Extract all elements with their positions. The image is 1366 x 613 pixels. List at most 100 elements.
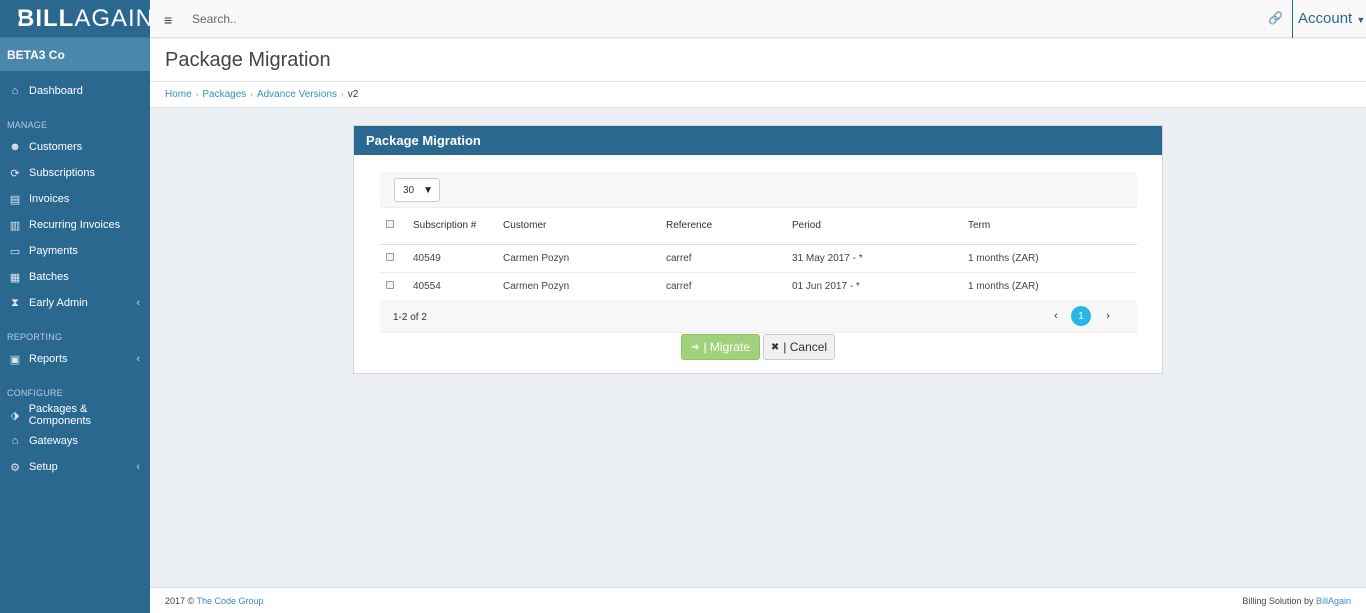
column-reference[interactable]: Reference bbox=[666, 208, 792, 245]
pager-current-page[interactable]: 1 bbox=[1071, 306, 1091, 326]
footer-credit-text: Billing Solution by bbox=[1242, 596, 1314, 606]
topbar: ≡ 🔗 Account ▼ bbox=[150, 0, 1366, 38]
sidebar-item-setup[interactable]: ⚙ Setup ‹ bbox=[0, 454, 150, 480]
footer-company-link[interactable]: The Code Group bbox=[197, 596, 264, 606]
company-name[interactable]: BETA3 Co bbox=[0, 38, 150, 71]
sidebar-item-customers[interactable]: ☻ Customers bbox=[0, 134, 150, 160]
caret-down-icon: ▼ bbox=[423, 184, 433, 196]
file-icon: ▤ bbox=[9, 193, 21, 206]
footer-vendor-link[interactable]: BillAgain bbox=[1316, 596, 1351, 606]
page-size-select[interactable]: 30 ▼ bbox=[394, 178, 440, 202]
sidebar-item-label: Early Admin bbox=[29, 297, 88, 309]
cell-subscription: 40554 bbox=[413, 272, 503, 301]
sidebar-item-label: Dashboard bbox=[29, 85, 83, 97]
account-label: Account bbox=[1298, 10, 1353, 27]
column-subscription[interactable]: Subscription # bbox=[413, 208, 503, 245]
sidebar-item-payments[interactable]: ▭ Payments bbox=[0, 238, 150, 264]
chevron-left-icon: ‹ bbox=[136, 297, 140, 309]
brand[interactable]: BILLAGAIN bbox=[0, 0, 153, 38]
sidebar-item-early-admin[interactable]: ⧗ Early Admin ‹ bbox=[0, 290, 150, 316]
breadcrumb-current: v2 bbox=[347, 89, 359, 100]
row-select-cell bbox=[380, 272, 413, 301]
cell-term: 1 months (ZAR) bbox=[968, 272, 1137, 301]
page-size-value: 30 bbox=[403, 184, 415, 196]
column-customer[interactable]: Customer bbox=[503, 208, 666, 245]
chevron-right-icon[interactable]: › bbox=[1098, 306, 1118, 326]
brand-name: BILLAGAIN bbox=[17, 5, 154, 33]
link-icon[interactable]: 🔗 bbox=[1268, 11, 1283, 25]
gear-icon: ⚙ bbox=[10, 461, 20, 474]
sidebar-item-reports[interactable]: ▣ Reports ‹ bbox=[0, 346, 150, 372]
sidebar-item-subscriptions[interactable]: ⟳ Subscriptions bbox=[0, 160, 150, 186]
sidebar-item-invoices[interactable]: ▤ Invoices bbox=[0, 186, 150, 212]
copyright-text: 2017 © bbox=[165, 596, 195, 606]
row-checkbox[interactable] bbox=[386, 280, 394, 289]
row-checkbox[interactable] bbox=[386, 252, 394, 261]
breadcrumb-separator: › bbox=[195, 90, 199, 99]
grid-toolbar: 30 ▼ bbox=[380, 172, 1137, 208]
account-menu[interactable]: Account ▼ bbox=[1298, 10, 1365, 27]
panel-title: Package Migration bbox=[354, 126, 1162, 155]
sidebar: BILLAGAIN BETA3 Co ⌂ Dashboard MANAGE ☻ … bbox=[0, 0, 153, 613]
cell-customer: Carmen Pozyn bbox=[503, 272, 666, 301]
table-row[interactable]: 40549 Carmen Pozyn carref 31 May 2017 - … bbox=[380, 244, 1137, 273]
cell-customer: Carmen Pozyn bbox=[503, 244, 666, 273]
credit-card-icon: ▭ bbox=[9, 245, 21, 258]
hourglass-icon: ⧗ bbox=[11, 296, 19, 309]
breadcrumb-home[interactable]: Home bbox=[165, 89, 192, 100]
chevron-left-icon[interactable]: ‹ bbox=[1046, 306, 1066, 326]
footer-left: 2017 © The Code Group bbox=[165, 596, 264, 606]
sidebar-item-label: Recurring Invoices bbox=[29, 219, 121, 231]
migrate-button[interactable]: ➜ | Migrate bbox=[681, 334, 760, 360]
chevron-left-icon: ‹ bbox=[136, 353, 140, 365]
refresh-icon: ⟳ bbox=[10, 167, 20, 180]
users-icon: ☻ bbox=[9, 141, 21, 153]
sidebar-section-configure: CONFIGURE bbox=[7, 388, 63, 398]
page-header: Package Migration bbox=[150, 39, 1366, 82]
cancel-button[interactable]: ✖ | Cancel bbox=[763, 334, 835, 360]
select-all-checkbox[interactable] bbox=[386, 220, 394, 229]
sidebar-item-packages-components[interactable]: ⬗ Packages & Components bbox=[0, 402, 150, 428]
subscriptions-table: Subscription # Customer Reference Period… bbox=[380, 208, 1137, 301]
sidebar-item-label: Gateways bbox=[29, 435, 78, 447]
cell-reference: carref bbox=[666, 272, 792, 301]
sidebar-item-batches[interactable]: ▦ Batches bbox=[0, 264, 150, 290]
file-stack-icon: ▥ bbox=[9, 219, 21, 232]
pager: 1-2 of 2 ‹ 1 › bbox=[380, 300, 1137, 333]
close-icon: ✖ bbox=[770, 341, 780, 353]
breadcrumb-separator: › bbox=[341, 90, 344, 99]
migration-panel: Package Migration 30 ▼ Subscription # Cu… bbox=[353, 125, 1163, 374]
sidebar-item-label: Payments bbox=[29, 245, 78, 257]
breadcrumb-packages[interactable]: Packages bbox=[202, 89, 246, 100]
cell-term: 1 months (ZAR) bbox=[968, 244, 1137, 273]
breadcrumb-separator: › bbox=[250, 90, 253, 99]
column-period[interactable]: Period bbox=[792, 208, 968, 245]
sidebar-section-manage: MANAGE bbox=[7, 120, 48, 130]
sidebar-item-label: Setup bbox=[29, 461, 58, 473]
breadcrumb-advance-versions[interactable]: Advance Versions bbox=[257, 89, 337, 100]
column-term[interactable]: Term bbox=[968, 208, 1137, 245]
migrate-button-label: | Migrate bbox=[703, 340, 750, 354]
breadcrumb: Home › Packages › Advance Versions › v2 bbox=[150, 82, 1366, 108]
sidebar-item-label: Invoices bbox=[29, 193, 70, 205]
table-row[interactable]: 40554 Carmen Pozyn carref 01 Jun 2017 - … bbox=[380, 272, 1137, 301]
chevron-left-icon: ‹ bbox=[136, 461, 140, 473]
menu-toggle-icon[interactable]: ≡ bbox=[164, 12, 172, 28]
page-title: Package Migration bbox=[165, 49, 331, 71]
search-input[interactable] bbox=[192, 10, 492, 28]
brand-part2: AGAIN bbox=[74, 4, 155, 32]
row-select-cell bbox=[380, 244, 413, 273]
footer: 2017 © The Code Group Billing Solution b… bbox=[150, 587, 1366, 613]
sidebar-item-label: Reports bbox=[29, 353, 68, 365]
clipboard-icon: ▣ bbox=[9, 353, 21, 366]
sidebar-item-gateways[interactable]: ⌂ Gateways bbox=[0, 428, 150, 454]
bank-icon: ⌂ bbox=[11, 435, 19, 447]
footer-right: Billing Solution by BillAgain bbox=[1242, 596, 1351, 606]
sidebar-item-dashboard[interactable]: ⌂ Dashboard bbox=[0, 78, 150, 104]
sidebar-item-label: Subscriptions bbox=[29, 167, 96, 179]
sidebar-section-reporting: REPORTING bbox=[7, 332, 63, 342]
cell-subscription: 40549 bbox=[413, 244, 503, 273]
sidebar-item-label: Customers bbox=[29, 141, 83, 153]
sidebar-item-recurring-invoices[interactable]: ▥ Recurring Invoices bbox=[0, 212, 150, 238]
cell-reference: carref bbox=[666, 244, 792, 273]
